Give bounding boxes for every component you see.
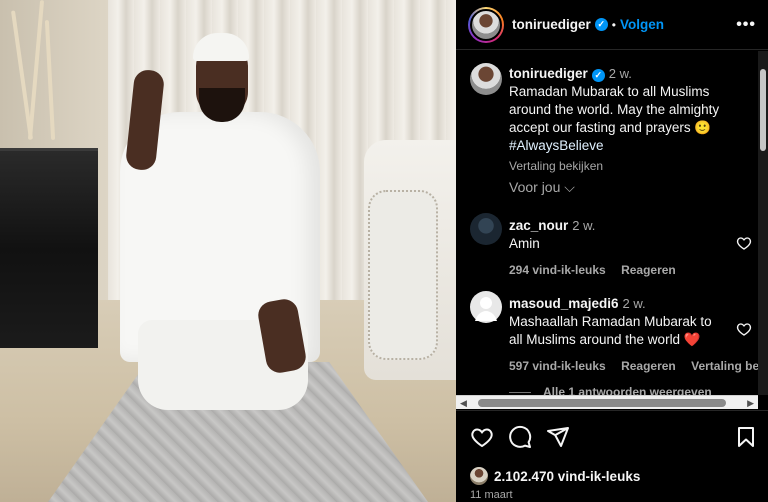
post-side-panel: toniruediger ✓ • Volgen ••• toniruediger… bbox=[456, 0, 768, 502]
post-image[interactable] bbox=[0, 0, 456, 502]
comment-meta: 294 vind-ik-leuks Reageren bbox=[509, 261, 728, 279]
reply-button[interactable]: Reageren bbox=[621, 263, 676, 277]
verified-icon: ✓ bbox=[594, 18, 608, 31]
verified-icon: ✓ bbox=[591, 69, 605, 82]
post-date[interactable]: 11 maart bbox=[470, 489, 513, 501]
vertical-scroll-thumb[interactable] bbox=[760, 69, 766, 151]
comments-section[interactable]: toniruediger ✓ 2 w. Ramadan Mubarak to all… bbox=[456, 51, 768, 395]
liker-avatar bbox=[470, 467, 488, 485]
caption-body: toniruediger ✓ 2 w. Ramadan Mubarak to all… bbox=[509, 65, 728, 175]
more-icon[interactable]: ••• bbox=[736, 16, 756, 34]
follow-button[interactable]: Volgen bbox=[620, 17, 664, 32]
author-username[interactable]: toniruediger bbox=[512, 17, 591, 32]
comment-meta: 597 vind-ik-leuks Reageren Vertaling bek… bbox=[509, 357, 768, 375]
view-replies-link[interactable]: Alle 1 antwoorden weergeven bbox=[509, 385, 712, 395]
comment-sort-dropdown[interactable]: Voor jou ⌵ bbox=[509, 179, 575, 196]
post-header: toniruediger ✓ • Volgen ••• bbox=[456, 0, 768, 50]
comment-time: 2 w. bbox=[622, 296, 646, 311]
replies-divider bbox=[509, 392, 531, 394]
caption-translate-link[interactable]: Vertaling bekijken bbox=[509, 157, 728, 175]
caption-text: Ramadan Mubarak to all Muslims around th… bbox=[509, 84, 720, 135]
view-replies-label: Alle 1 antwoorden weergeven bbox=[543, 385, 712, 395]
heart-icon[interactable] bbox=[470, 425, 494, 449]
comment-time: 2 w. bbox=[572, 218, 596, 233]
likes-label: 2.102.470 vind-ik-leuks bbox=[494, 468, 641, 484]
comment-username[interactable]: masoud_majedi6 bbox=[509, 296, 619, 311]
bookmark-icon[interactable] bbox=[734, 425, 758, 449]
comment-text: Amin bbox=[509, 236, 540, 251]
comment-icon[interactable] bbox=[508, 425, 532, 449]
post-actions: 2.102.470 vind-ik-leuks 11 maart bbox=[456, 410, 768, 502]
cabinet bbox=[0, 148, 98, 348]
translate-link[interactable]: Vertaling bekijken bbox=[691, 359, 768, 373]
share-icon[interactable] bbox=[546, 425, 570, 449]
horizontal-scroll-thumb[interactable] bbox=[478, 399, 726, 407]
comment-body: masoud_majedi6 2 w. Mashaallah Ramadan Mu… bbox=[509, 295, 768, 375]
caption-hashtag[interactable]: #AlwaysBelieve bbox=[509, 138, 604, 153]
comment-likes[interactable]: 597 vind-ik-leuks bbox=[509, 359, 606, 373]
comment-body: zac_nour 2 w. Amin 294 vind-ik-leuks Reag… bbox=[509, 217, 728, 279]
caption-time[interactable]: 2 w. bbox=[609, 66, 632, 81]
horizontal-scrollbar[interactable]: ◀ ▶ bbox=[456, 395, 758, 409]
author-avatar[interactable] bbox=[468, 6, 504, 43]
armchair-arm bbox=[368, 190, 438, 360]
reply-button[interactable]: Reageren bbox=[621, 359, 676, 373]
vertical-scrollbar[interactable] bbox=[758, 51, 768, 395]
comment-avatar[interactable] bbox=[470, 291, 502, 323]
heart-icon[interactable] bbox=[736, 235, 752, 251]
caption-avatar[interactable] bbox=[470, 63, 502, 95]
comment-text: Mashaallah Ramadan Mubarak to all Muslim… bbox=[509, 314, 712, 347]
heart-icon[interactable] bbox=[736, 321, 752, 337]
comment-avatar[interactable] bbox=[470, 213, 502, 245]
scroll-right-arrow-icon[interactable]: ▶ bbox=[747, 398, 754, 409]
comment-likes[interactable]: 294 vind-ik-leuks bbox=[509, 263, 606, 277]
separator-dot: • bbox=[611, 17, 616, 32]
caption-username[interactable]: toniruediger bbox=[509, 66, 588, 81]
likes-count[interactable]: 2.102.470 vind-ik-leuks bbox=[470, 467, 640, 485]
scroll-left-arrow-icon[interactable]: ◀ bbox=[460, 398, 467, 409]
comment-username[interactable]: zac_nour bbox=[509, 218, 568, 233]
